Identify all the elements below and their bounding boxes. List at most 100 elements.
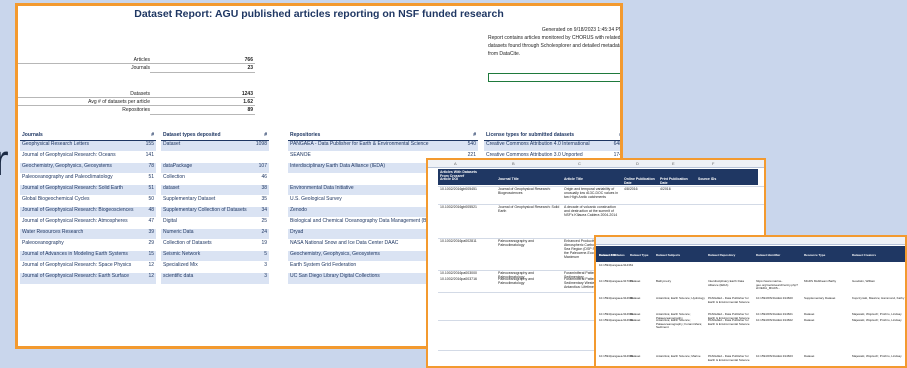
- sheet3-cell: 10.1594/pangaea.914601: [599, 312, 634, 316]
- selected-cell[interactable]: [488, 73, 620, 82]
- journal-count-cell: 51: [142, 173, 156, 185]
- journals-table: Journals # Geophysical Research Letters 1…: [20, 131, 156, 284]
- dataset-type-count-cell: 3: [253, 272, 269, 284]
- stat-divider: [150, 63, 255, 64]
- table-row: Water Resources Research 39: [20, 228, 156, 240]
- dataset-type-name-cell: dataPackage: [161, 162, 254, 174]
- table-row: Supplementary Collection of Datasets 34: [161, 206, 269, 218]
- dataset-type-count-cell: 1098: [253, 140, 269, 152]
- table-row: Digital 25: [161, 217, 269, 229]
- sheet2-cell: 10.1002/2016pa003000: [440, 271, 477, 275]
- sheet3-cell: 10.1594/pangaea.914602: [599, 318, 634, 322]
- table-row: Journal of Geophysical Research: Solid E…: [20, 184, 156, 196]
- table-header-row: Journals #: [20, 131, 156, 141]
- sheet3-cell: Dataset: [804, 312, 815, 316]
- col-header-creators[interactable]: Dataset Creators: [852, 253, 876, 257]
- dataset-type-name-cell: Supplementary Dataset: [161, 195, 254, 207]
- journal-count-cell: 141: [142, 151, 156, 163]
- column-header-bar: [596, 237, 905, 245]
- journal-count-cell: 39: [142, 228, 156, 240]
- sheet3-cell: Bathymetry: [656, 279, 672, 283]
- col-header-dataset-doi[interactable]: Dataset DOI: [599, 253, 616, 257]
- table-row: scientific data 3: [161, 272, 269, 284]
- stat-divider: [150, 72, 255, 73]
- column-letter: B: [512, 161, 515, 166]
- sheet2-cell: 10.1002/2016gb005521: [440, 205, 477, 209]
- col-header-online-date[interactable]: Online Publication Date: [624, 177, 656, 185]
- sheet2-header-band: Articles With Datasets From Crossref Art…: [438, 169, 758, 185]
- col-header-article-title[interactable]: Article Title: [564, 177, 583, 181]
- journal-name-cell: Journal of Geophysical Research: Biogeos…: [20, 206, 143, 218]
- journal-count-cell: 50: [142, 195, 156, 207]
- table-row: Journal of Geophysical Research: Earth S…: [20, 272, 156, 284]
- journal-name-cell: Journal of Geophysical Research: Space P…: [20, 261, 143, 273]
- journal-name-cell: Geochemistry, Geophysics, Geosystems: [20, 162, 143, 174]
- repositories-header: Repositories: [288, 131, 465, 141]
- col-header-journal[interactable]: Journal Title: [498, 177, 519, 181]
- dataset-type-name-cell: [161, 151, 254, 163]
- repositories-count-header: #: [464, 131, 478, 141]
- dataset-type-count-cell: [253, 151, 269, 163]
- sheet3-cell: Interdisciplinary Earth Data Alliance (I…: [708, 279, 745, 287]
- dataset-type-name-cell: Digital: [161, 217, 254, 229]
- col-header-resource-type[interactable]: Resource Type: [804, 253, 825, 257]
- gridline: [438, 204, 764, 205]
- col-header-repository[interactable]: Dataset Repository: [708, 253, 735, 257]
- journal-count-cell: 47: [142, 217, 156, 229]
- column-letter: F: [712, 161, 715, 166]
- journal-name-cell: Journal of Geophysical Research: Earth S…: [20, 272, 143, 284]
- table-row: Journal of Advances in Modeling Earth Sy…: [20, 250, 156, 262]
- dataset-type-name-cell: Seismic Network: [161, 250, 254, 262]
- column-letter: C: [578, 161, 581, 166]
- dataset-type-name-cell: Dataset: [161, 140, 254, 152]
- col-header-source[interactable]: Source IDs: [698, 177, 716, 181]
- journal-name-cell: Water Resources Research: [20, 228, 143, 240]
- sheet2-cell: 10.1002/2016pa003716: [440, 277, 477, 281]
- col-header-dataset-type[interactable]: Dataset Type: [630, 253, 648, 257]
- journals-count-header: #: [142, 131, 156, 141]
- sheet3-cell: Antarctica; Earth Science; Marine: [656, 354, 701, 358]
- sheet3-cell: 10.1594/pangaea.917072: [599, 279, 634, 283]
- column-header-bar: A B C D E F: [428, 160, 764, 168]
- gridline: [438, 186, 764, 187]
- journal-name-cell: Journal of Geophysical Research: Solid E…: [20, 184, 143, 196]
- column-letter: E: [672, 161, 675, 166]
- journal-name-cell: Global Biogeochemical Cycles: [20, 195, 143, 207]
- journal-count-cell: 12: [142, 261, 156, 273]
- col-header-print-date[interactable]: Print Publication Date: [660, 177, 692, 185]
- journals-body: Geophysical Research Letters 155 Journal o…: [20, 140, 156, 284]
- types-body: Dataset 1098 dataPackage 107 Collection 46 dat…: [161, 140, 269, 284]
- sheet2-cell: 10.1002/2016pa002811: [440, 239, 477, 243]
- col-header-identifier[interactable]: Dataset Identifier: [756, 253, 780, 257]
- journal-count-cell: 51: [142, 184, 156, 196]
- sheet2-cell: 4/2016: [660, 187, 671, 191]
- stat-journals-value: 23: [247, 65, 253, 71]
- table-row: Supplementary Dataset 35: [161, 195, 269, 207]
- journals-header: Journals: [20, 131, 143, 141]
- dataset-type-name-cell: scientific data: [161, 272, 254, 284]
- background-letter: r: [0, 136, 9, 185]
- sheet3-cell: PANGAEA - Data Publisher for Earth & Env…: [708, 318, 750, 326]
- sheet3-cell: https://www.marine-geo.org/tools/search/…: [756, 279, 798, 291]
- table-row: Collection 46: [161, 173, 269, 185]
- stat-divider: [18, 63, 150, 64]
- sheet3-cell: Antarctica; Earth Science; Hydrology: [656, 296, 705, 300]
- table-row: Seismic Network 5: [161, 250, 269, 262]
- dataset-type-name-cell: Supplementary Collection of Datasets: [161, 206, 254, 218]
- sheet3-cell: Dataset: [630, 354, 641, 358]
- col-header-dataset-subjects[interactable]: Dataset Subjects: [656, 253, 680, 257]
- col-header-doi[interactable]: Article DOI: [440, 177, 458, 181]
- table-row: PANGAEA - Data Publisher for Earth & Env…: [288, 140, 478, 152]
- table-row: Geochemistry, Geophysics, Geosystems 78: [20, 162, 156, 174]
- sheet3-cell: 10.1594/PANGAEA.914602: [756, 318, 793, 322]
- stat-repos-label: Repositories: [122, 107, 150, 113]
- table-row: [161, 151, 269, 163]
- column-letter: D: [636, 161, 639, 166]
- dataset-type-count-cell: 24: [253, 228, 269, 240]
- sheet3-cell: MGDS Multibeam Bathy: [804, 279, 837, 283]
- sheet3-cell: Goodwin, William: [852, 279, 876, 283]
- table-row: Journal of Geophysical Research: Space P…: [20, 261, 156, 273]
- dataset-attributes-sheet[interactable]: Dataset Attributes Dataset DOI Dataset T…: [594, 235, 907, 368]
- table-row: Journal of Geophysical Research: Atmosph…: [20, 217, 156, 229]
- sheet3-cell: Dataset: [804, 354, 815, 358]
